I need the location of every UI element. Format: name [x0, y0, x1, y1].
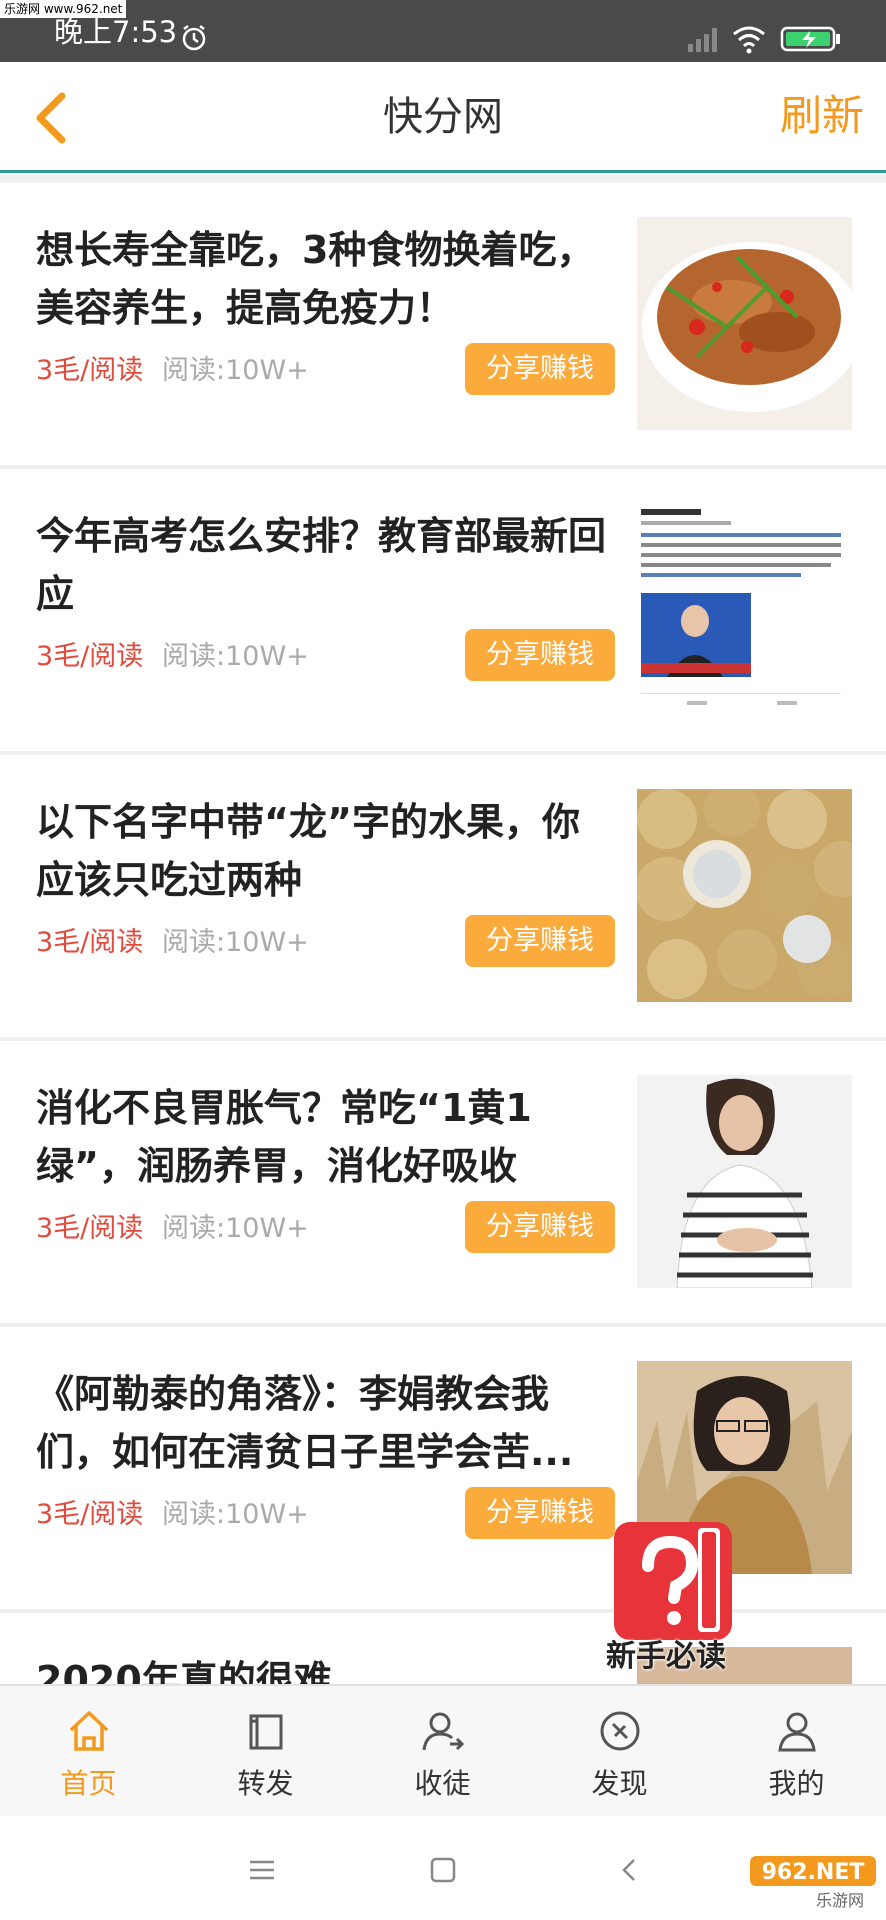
nav-label: 我的 [768, 1767, 825, 1800]
svg-text:乐游网: 乐游网 [816, 1891, 864, 1910]
beginner-guide-label[interactable]: 新手必读 [606, 1636, 726, 1678]
bottom-nav: 首页 转发 收徒 发现 我的 [0, 1684, 886, 1816]
page-title: 快分网 [383, 94, 503, 140]
alarm-icon [182, 25, 206, 51]
wifi-icon [733, 26, 765, 54]
brand-watermark-logo: 962.NET 乐游网 [750, 1856, 876, 1910]
nav-label: 收徒 [414, 1767, 471, 1800]
article-price: 3毛/阅读 [36, 641, 144, 672]
article-read-count: 阅读:10W+ [162, 641, 309, 672]
battery-icon [780, 26, 840, 52]
news-screenshot-image[interactable] [637, 503, 852, 716]
menu-icon[interactable] [244, 1852, 280, 1888]
nav-label: 转发 [237, 1767, 294, 1800]
woman-stomach-image[interactable] [637, 1075, 852, 1288]
home-icon [69, 1711, 109, 1751]
longan-fruit-image[interactable] [637, 789, 852, 1002]
article-read-count: 阅读:10W+ [162, 1213, 309, 1244]
back-icon[interactable] [612, 1852, 648, 1888]
share-earn-button[interactable]: 分享赚钱 [465, 629, 615, 681]
article-title[interactable]: 以下名字中带“龙”字的水果，你应该只吃过两种 [36, 793, 616, 909]
share-earn-button[interactable]: 分享赚钱 [465, 915, 615, 967]
nav-mine[interactable]: 我的 [708, 1686, 885, 1816]
home-square-icon[interactable] [425, 1852, 461, 1888]
article-price: 3毛/阅读 [36, 927, 144, 958]
article-title[interactable]: 《阿勒泰的角落》：李娟教会我们，如何在清贫日子里学会苦... [36, 1365, 616, 1481]
article-item[interactable]: 以下名字中带“龙”字的水果，你应该只吃过两种 3毛/阅读 阅读:10W+ 分享赚… [0, 755, 886, 1041]
article-price: 3毛/阅读 [36, 1213, 144, 1244]
share-earn-button[interactable]: 分享赚钱 [465, 1487, 615, 1539]
beginner-guide-button[interactable] [614, 1522, 732, 1640]
nav-label: 发现 [591, 1767, 648, 1800]
system-nav-bar: 962.NET 乐游网 [0, 1816, 886, 1920]
refresh-button[interactable]: 刷新 [780, 88, 864, 144]
signal-icon [688, 28, 717, 52]
add-user-icon [422, 1712, 465, 1751]
article-title[interactable]: 想长寿全靠吃，3种食物换着吃，美容养生，提高免疫力！ [36, 221, 616, 337]
article-title[interactable]: 消化不良胃胀气？常吃“1黄1绿”，润肠养胃，消化好吸收 [36, 1079, 616, 1195]
article-item[interactable]: 想长寿全靠吃，3种食物换着吃，美容养生，提高免疫力！ 3毛/阅读 阅读:10W+… [0, 183, 886, 469]
article-read-count: 阅读:10W+ [162, 1499, 309, 1530]
header-divider [0, 175, 886, 183]
nav-forward[interactable]: 转发 [177, 1686, 354, 1816]
article-item[interactable]: 消化不良胃胀气？常吃“1黄1绿”，润肠养胃，消化好吸收 3毛/阅读 阅读:10W… [0, 1041, 886, 1327]
status-time: 晚上7:53 [54, 15, 178, 49]
status-bar: 乐游网 www.962.net 晚上7:53 [0, 0, 886, 62]
app-header: 快分网 刷新 [0, 62, 886, 173]
nav-recruit[interactable]: 收徒 [354, 1686, 531, 1816]
nav-discover[interactable]: 发现 [531, 1686, 708, 1816]
food-dish-image[interactable] [637, 217, 852, 430]
book-icon [249, 1714, 283, 1750]
article-item[interactable]: 今年高考怎么安排？教育部最新回应 3毛/阅读 阅读:10W+ 分享赚钱 [0, 469, 886, 755]
article-title[interactable]: 今年高考怎么安排？教育部最新回应 [36, 507, 616, 623]
user-icon [778, 1712, 816, 1752]
article-item[interactable]: 《阿勒泰的角落》：李娟教会我们，如何在清贫日子里学会苦... 3毛/阅读 阅读:… [0, 1327, 886, 1613]
article-read-count: 阅读:10W+ [162, 927, 309, 958]
svg-text:962.NET: 962.NET [762, 1860, 865, 1885]
question-mark-icon [642, 1528, 720, 1632]
article-price: 3毛/阅读 [36, 355, 144, 386]
nav-home[interactable]: 首页 [0, 1686, 177, 1816]
nav-label: 首页 [60, 1767, 117, 1800]
share-earn-button[interactable]: 分享赚钱 [465, 1201, 615, 1253]
compass-icon [600, 1711, 640, 1751]
article-read-count: 阅读:10W+ [162, 355, 309, 386]
share-earn-button[interactable]: 分享赚钱 [465, 343, 615, 395]
article-price: 3毛/阅读 [36, 1499, 144, 1530]
